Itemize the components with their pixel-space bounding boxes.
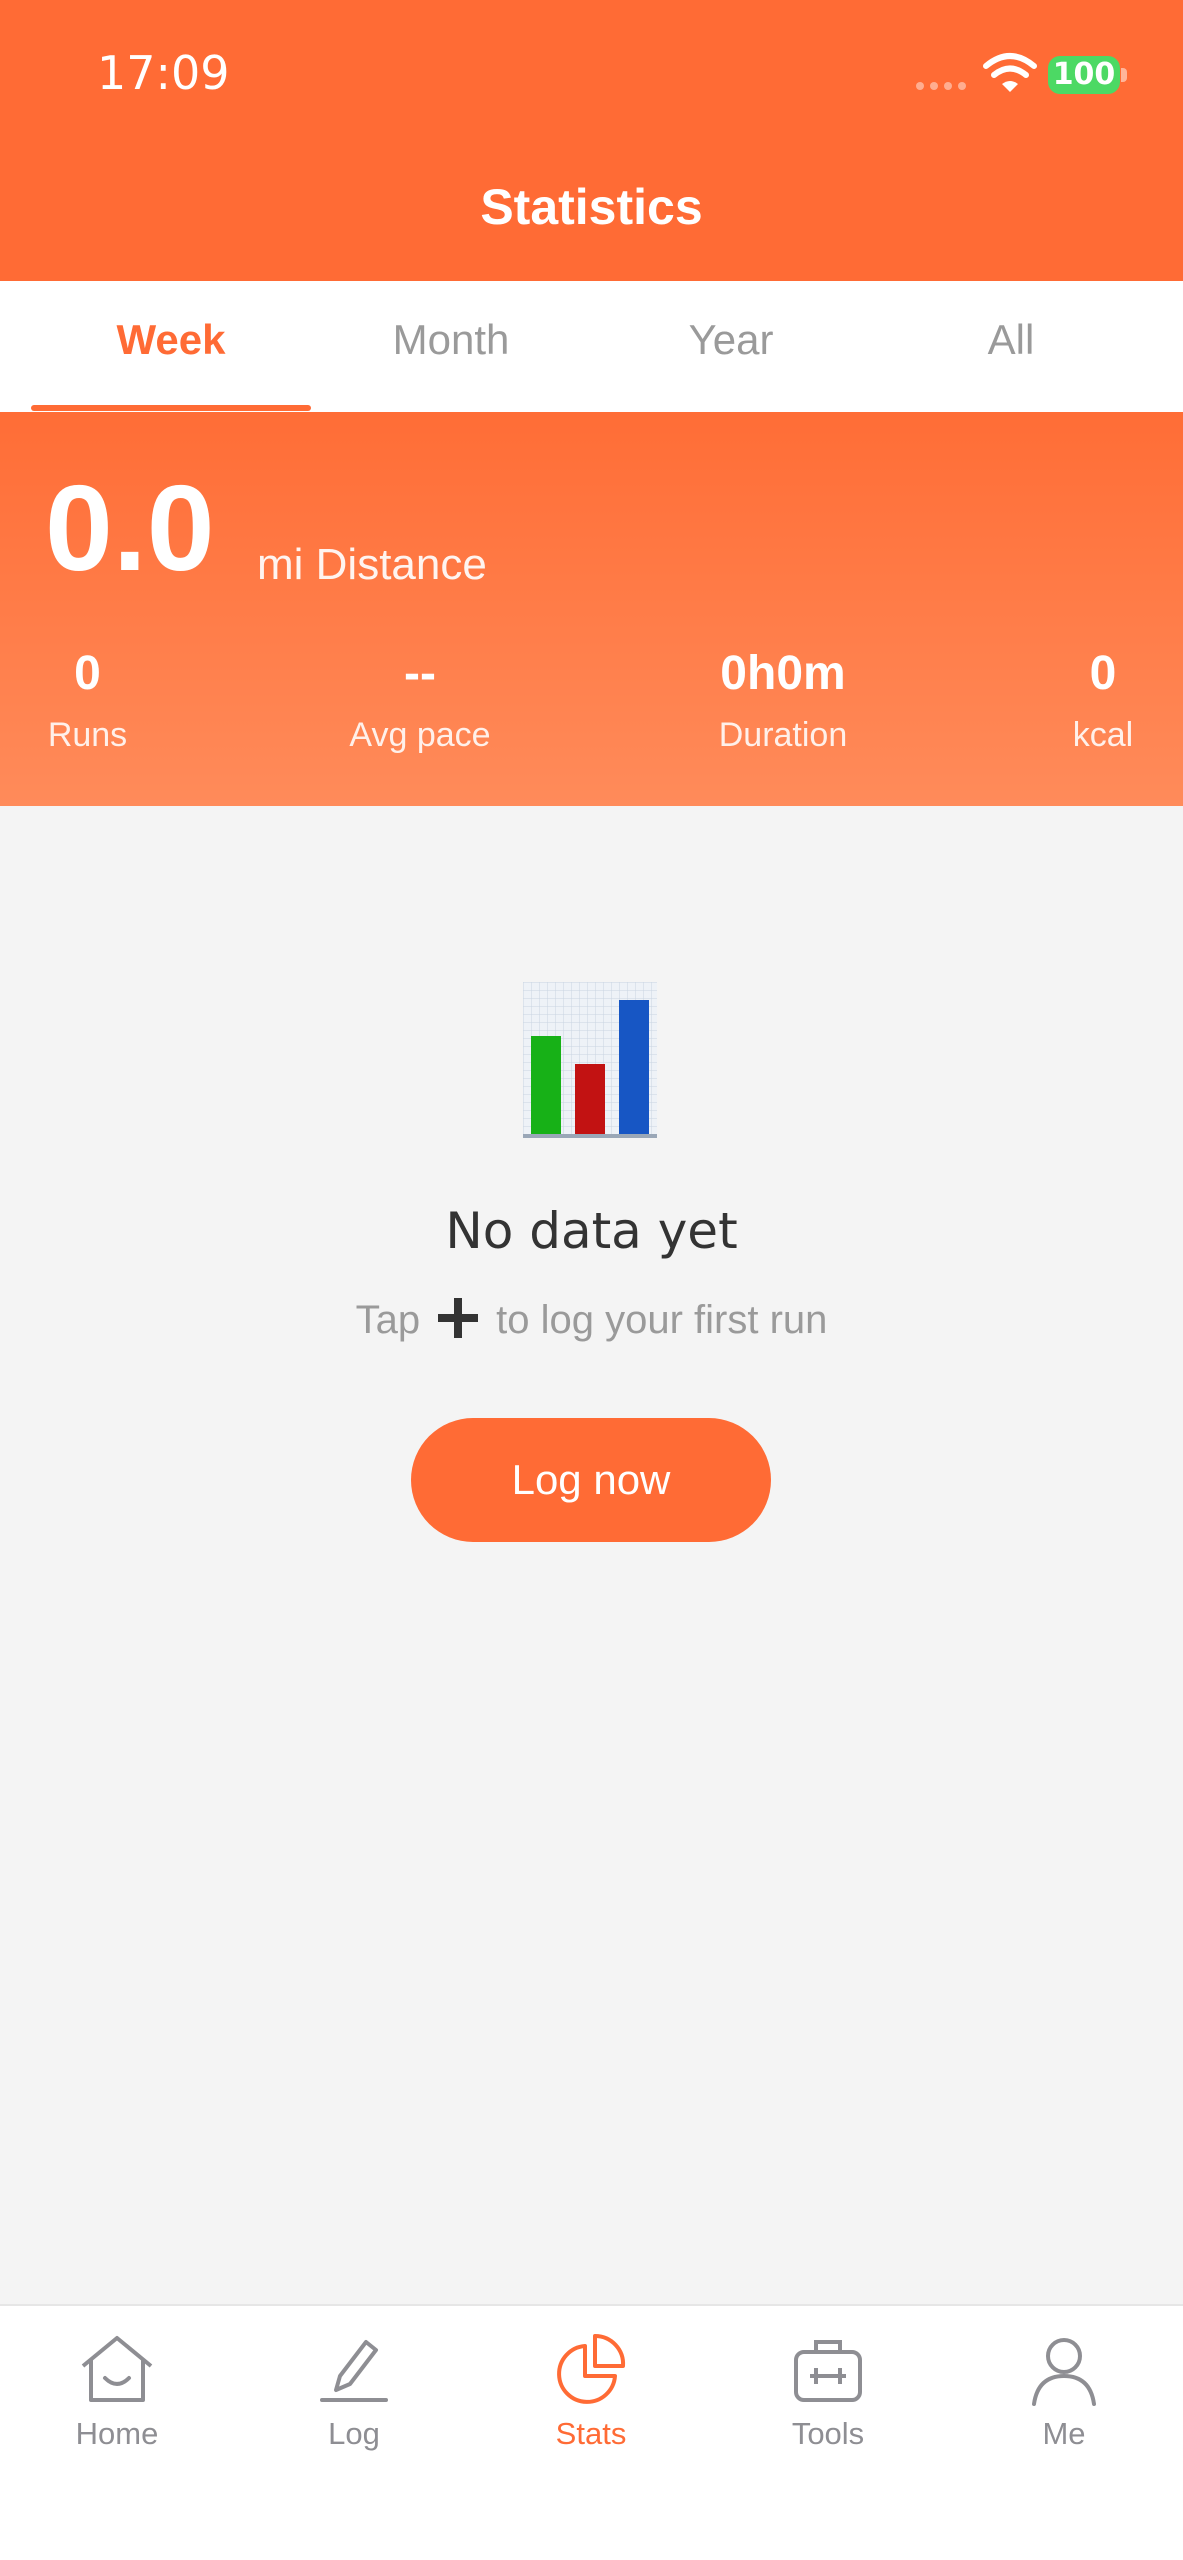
person-icon (1032, 2338, 1096, 2406)
pencil-icon (320, 2340, 388, 2402)
battery-icon: 100 (1048, 56, 1120, 94)
distance-value: 0.0 (45, 460, 215, 596)
stat-duration: 0h0m Duration (693, 647, 873, 754)
tab-bar-log[interactable]: Log (279, 2326, 429, 2466)
stat-duration-value: 0h0m (720, 647, 846, 700)
bottom-tab-bar: Home Log Stats Tools Me (0, 2304, 1183, 2560)
stat-avg-pace: -- Avg pace (330, 647, 510, 754)
empty-state-title: No data yet (445, 1202, 738, 1260)
page-title: Statistics (480, 179, 703, 235)
log-now-button[interactable]: Log now (411, 1418, 771, 1542)
tab-bar-stats-label: Stats (555, 2416, 627, 2451)
tab-all[interactable]: All (871, 281, 1151, 412)
wifi-icon (983, 53, 1037, 92)
summary-panel: 0.0 mi Distance 0 Runs -- Avg pace 0h0m … (0, 412, 1183, 806)
stat-avg-pace-label: Avg pace (349, 716, 491, 754)
stat-kcal: 0 kcal (1053, 647, 1153, 754)
tab-bar-home[interactable]: Home (42, 2326, 192, 2466)
toolbox-icon (794, 2340, 862, 2402)
stat-avg-pace-value: -- (404, 647, 436, 700)
tab-bar-tools-label: Tools (791, 2416, 865, 2451)
tab-year[interactable]: Year (591, 281, 871, 412)
empty-state-subtitle: Tap to log your first run (0, 1298, 1183, 1343)
tab-bar-me[interactable]: Me (989, 2326, 1139, 2466)
tab-week[interactable]: Week (31, 281, 311, 412)
empty-state-subtitle-suffix: to log your first run (496, 1298, 828, 1342)
tab-bar-stats[interactable]: Stats (516, 2326, 666, 2466)
stat-runs: 0 Runs (30, 647, 145, 754)
stat-duration-label: Duration (718, 716, 848, 754)
active-tab-indicator (31, 405, 311, 411)
app-header: 17:09 100 Statistics (0, 0, 1183, 281)
battery-tip (1121, 68, 1127, 82)
stat-runs-value: 0 (74, 647, 101, 700)
period-tabs: Week Month Year All (0, 281, 1183, 412)
stat-kcal-value: 0 (1089, 647, 1117, 700)
bar-chart-icon (523, 982, 657, 1138)
pie-chart-icon (557, 2333, 626, 2404)
home-icon (81, 2336, 153, 2402)
stat-kcal-label: kcal (1072, 716, 1134, 754)
stat-runs-label: Runs (47, 716, 128, 754)
tab-bar-me-label: Me (1042, 2416, 1086, 2451)
tab-bar-tools[interactable]: Tools (753, 2326, 903, 2466)
status-bar: 17:09 100 (0, 0, 1183, 150)
plus-icon (438, 1298, 479, 1339)
tab-bar-home-label: Home (75, 2416, 159, 2451)
empty-state-subtitle-prefix: Tap (355, 1298, 421, 1342)
tab-month[interactable]: Month (311, 281, 591, 412)
status-time: 17:09 (97, 46, 230, 100)
distance-label: mi Distance (257, 540, 487, 589)
cellular-signal-icon (916, 82, 966, 90)
tab-bar-log-label: Log (328, 2416, 380, 2451)
